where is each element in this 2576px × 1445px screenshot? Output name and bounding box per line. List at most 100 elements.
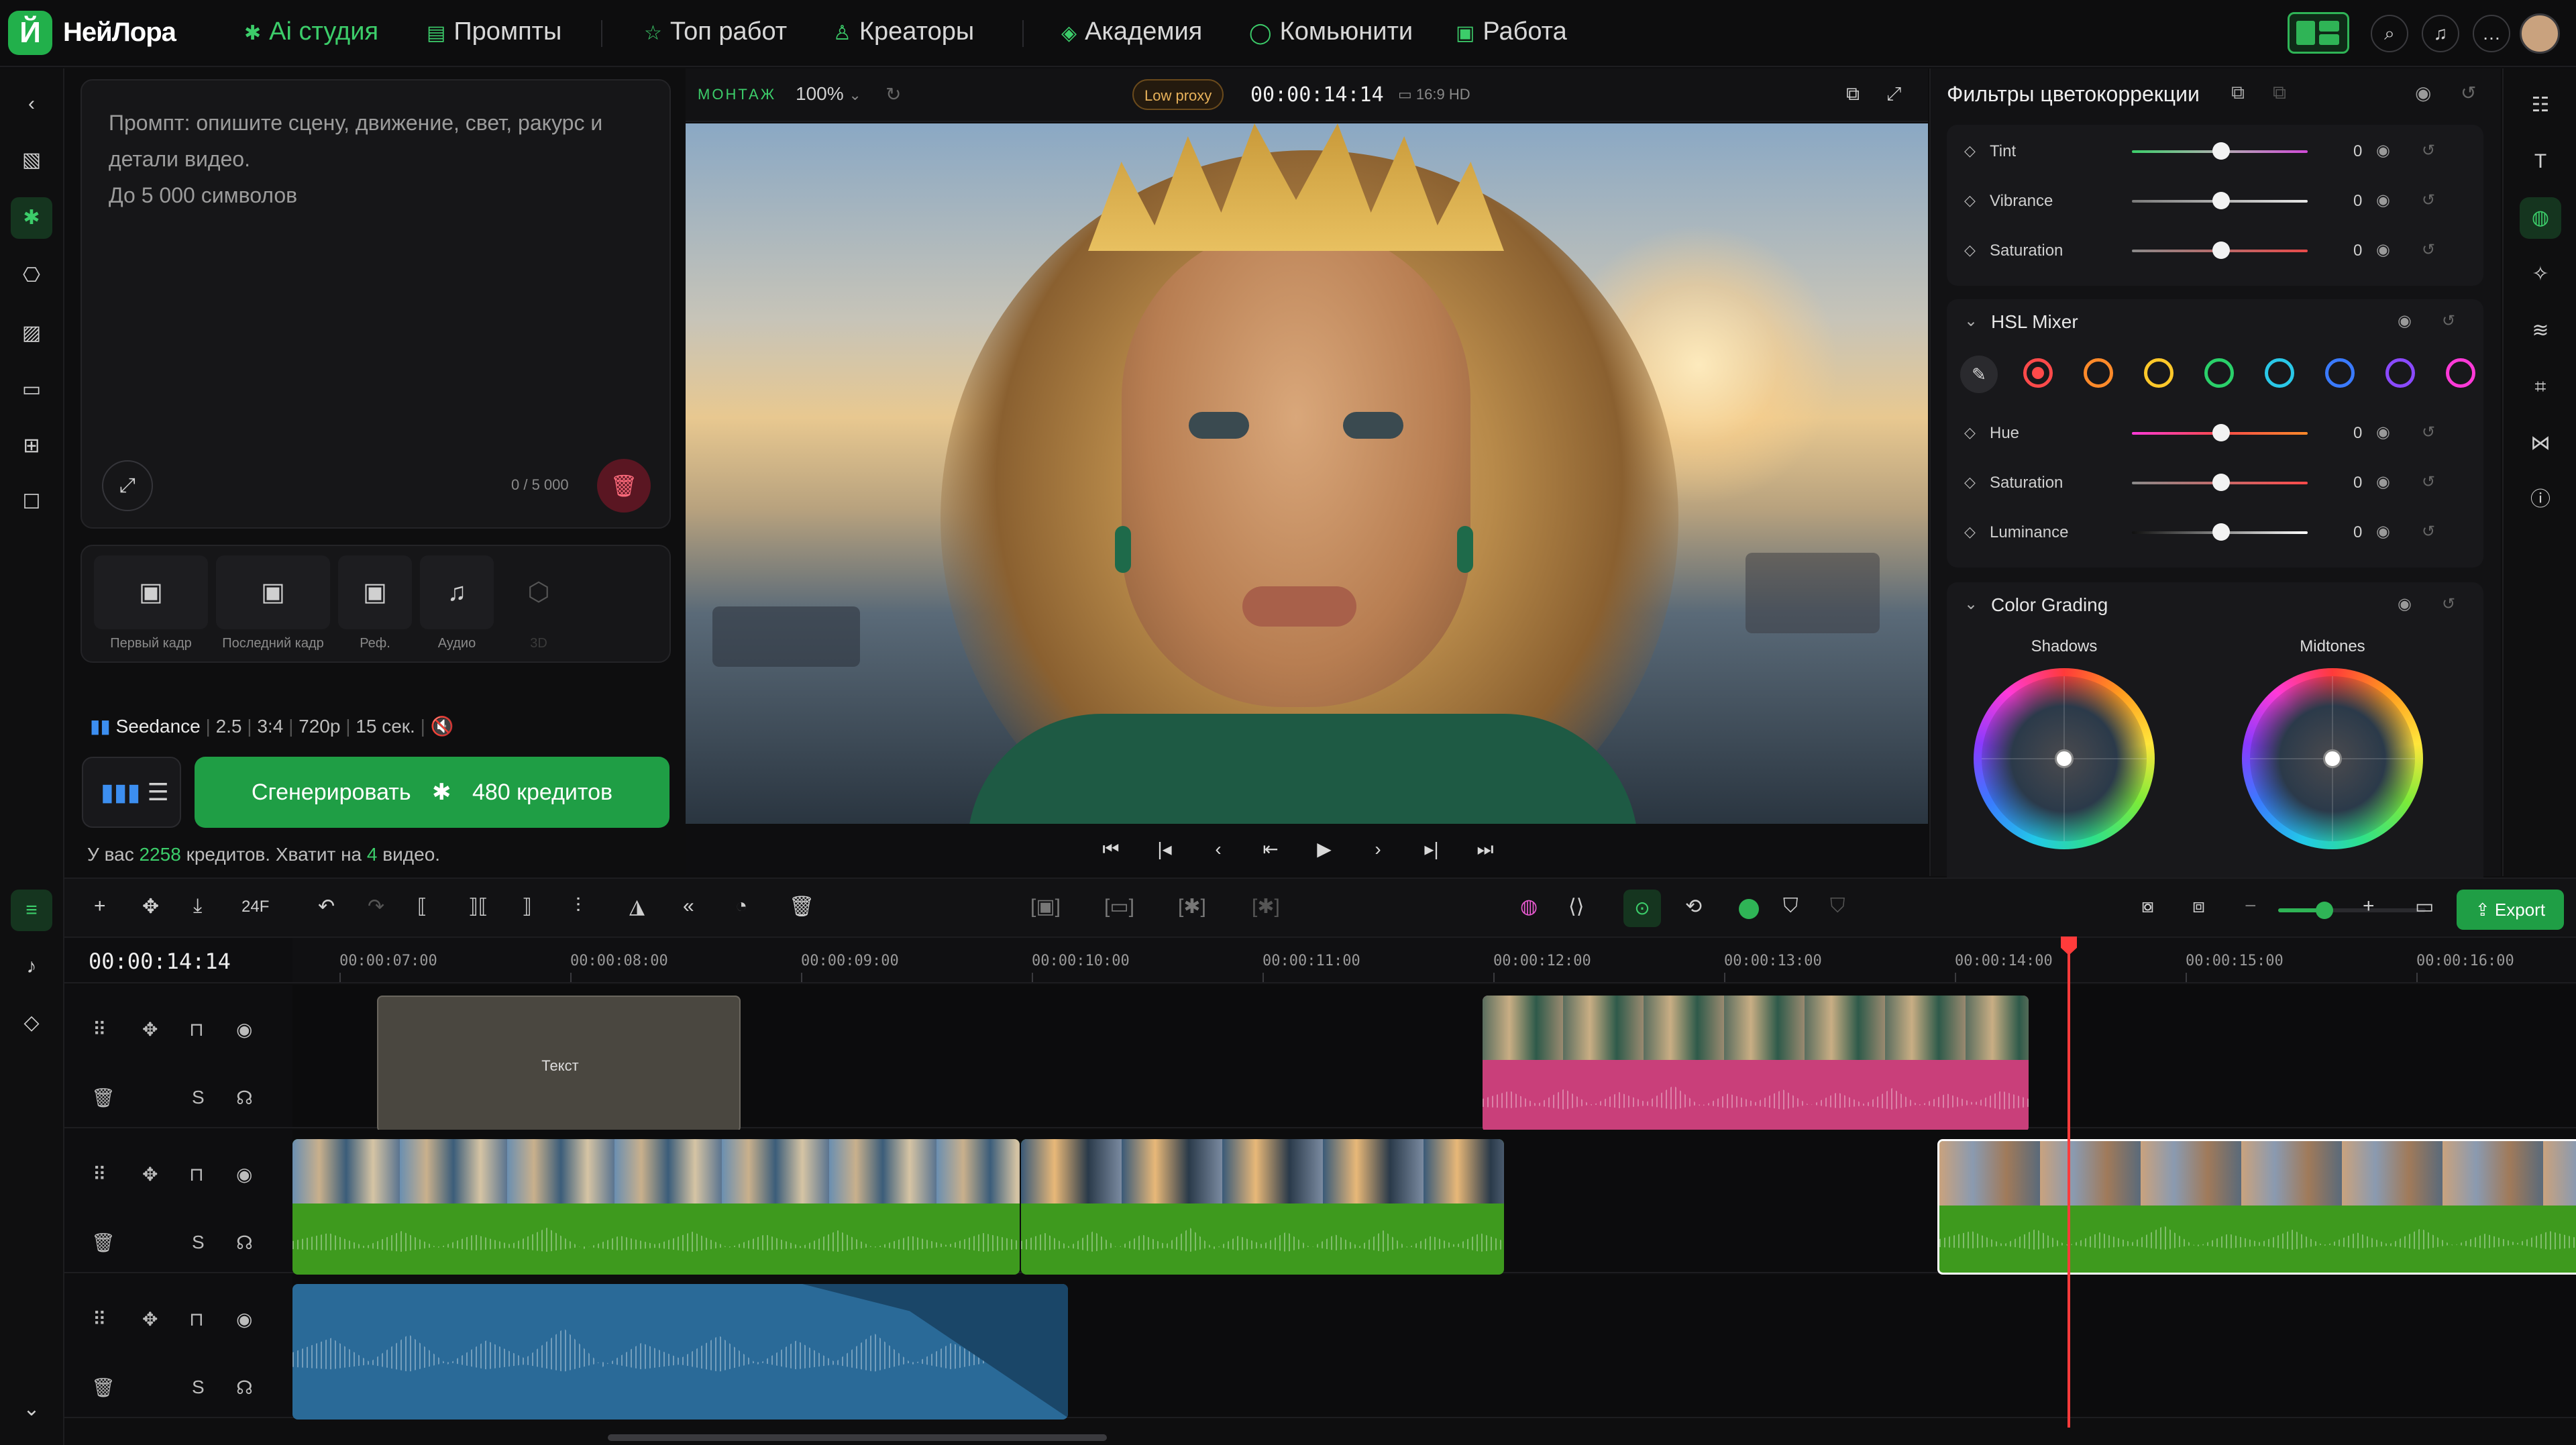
messages-icon[interactable]: … [2473,15,2510,52]
insert-frame-icon[interactable]: [▣] [1030,895,1061,918]
zoom-selection-icon[interactable]: ⧈ [2192,895,2205,918]
expand-prompt-button[interactable]: ⤢ [102,460,153,511]
last-frame-slot[interactable]: ▣ [216,555,330,629]
text-clip[interactable]: Текст [377,996,741,1132]
keyframe-diamond-icon[interactable]: ◇ [1964,424,1976,441]
shadows-color-wheel[interactable] [1974,668,2155,849]
crop-icon[interactable]: ⌗ [2520,366,2561,408]
keyframe-diamond-icon[interactable]: ◇ [1964,142,1976,160]
grid-icon[interactable]: ⊞ [11,425,52,467]
nodes-icon[interactable]: ⎔ [11,255,52,297]
eye-icon[interactable]: ◉ [2376,141,2390,160]
eye-icon[interactable]: ◉ [2398,594,2412,614]
drag-handle-icon[interactable]: ⠿ [93,1018,107,1040]
solo-toggle[interactable]: S [192,1377,205,1398]
delete-track-icon[interactable]: 🗑 [91,1232,115,1254]
fullscreen-icon[interactable]: ⤢ [1886,83,1901,105]
drag-handle-icon[interactable]: ⠿ [93,1308,107,1330]
bell-icon[interactable]: ♫ [2422,15,2459,52]
hsl-swatch[interactable] [2204,358,2234,388]
subtitle-icon[interactable]: ▭ [2415,895,2434,918]
model-settings-row[interactable]: ▮▮ Seedance | 2.5 | 3:4 | 720p | 15 сек.… [90,715,454,737]
lock-icon[interactable]: ⊓ [189,1018,204,1040]
model-settings-button[interactable]: ▮▮▮ ☰ [82,757,181,828]
keyframe-diamond-icon[interactable]: ◇ [1964,523,1976,541]
chevron-down-icon[interactable]: ⌄ [1964,594,1978,614]
hsl-swatch[interactable] [2084,358,2113,388]
move-track-icon[interactable]: ✥ [142,1018,158,1040]
reference-slot[interactable]: ▣ [338,555,412,629]
reset-icon[interactable]: ↺ [2442,594,2455,614]
bot-icon[interactable]: ☐ [11,482,52,523]
marker-list-icon[interactable]: ⛉ [1830,895,1845,918]
logo[interactable]: Й [8,11,52,55]
marker-icon[interactable]: ⛉ [1783,895,1799,918]
ai-frame-icon[interactable]: [✱] [1252,895,1280,918]
eye-icon[interactable]: ◉ [2376,191,2390,210]
delete-track-icon[interactable]: 🗑 [91,1087,115,1109]
palette-icon[interactable]: ◍ [2520,197,2561,239]
video-clip-green-2[interactable] [1021,1139,1504,1275]
add-icon[interactable]: + [94,895,106,918]
generate-button[interactable]: Сгенерировать ✱ 480 кредитов [195,757,669,828]
mirror-icon[interactable]: ◮ [629,895,645,918]
reset-icon[interactable]: ↺ [2442,311,2455,331]
playhead[interactable] [2068,938,2070,1428]
zoom-select[interactable]: 100% ⌄ [796,83,861,105]
eye-icon[interactable]: ◉ [2376,522,2390,541]
time-ruler[interactable]: 00:00:07:00 00:00:08:00 00:00:09:00 00:0… [292,938,2576,983]
brand-name[interactable]: НейЛора [63,17,176,48]
eye-icon[interactable]: ◉ [2376,472,2390,492]
proxy-badge[interactable]: Low proxy [1132,79,1224,110]
reset-icon[interactable]: ↺ [2461,82,2476,104]
rewind-icon[interactable]: « [683,895,694,918]
clear-prompt-button[interactable]: 🗑 [597,459,651,513]
prev-marker-icon[interactable]: |◂ [1151,836,1178,863]
split-icon[interactable]: ⟧⟦ [468,895,488,918]
fps-label[interactable]: 24F [241,898,269,916]
slider-thumb[interactable] [2212,142,2230,160]
record-indicator[interactable] [1739,899,1759,919]
ai-studio-icon[interactable]: ✱ [11,197,52,239]
keyframe-mode-icon[interactable]: ◇ [11,1002,52,1044]
loop-icon[interactable]: ⟲ [1685,895,1702,918]
eye-icon[interactable]: ◉ [2415,82,2431,104]
zoom-thumb[interactable] [2316,902,2333,919]
audio-clip-blue[interactable] [292,1284,1068,1420]
timeline-timecode[interactable]: 00:00:14:14 [89,949,231,974]
keyframe-diamond-icon[interactable]: ◇ [1964,192,1976,209]
adjust-icon[interactable]: ☷ [2520,85,2561,126]
video-clip-pink[interactable] [1483,996,2029,1132]
fade-out-curve[interactable] [802,1284,1068,1420]
text-tool-icon[interactable]: T [2520,141,2561,182]
pip-icon[interactable]: ⧉ [1846,83,1860,105]
play-icon[interactable]: ▶ [1311,836,1338,863]
slider-thumb[interactable] [2212,192,2230,209]
eye-icon[interactable]: ◉ [2398,311,2412,331]
audio-wave-icon[interactable]: ≋ [2520,310,2561,352]
trim-end-icon[interactable]: ⟧ [522,895,532,918]
speed-icon[interactable]: ◔ [735,895,747,918]
chevron-down-icon[interactable]: ⌄ [1964,311,1978,331]
folder-icon[interactable]: ▭ [11,369,52,411]
lock-icon[interactable]: ⊓ [189,1308,204,1330]
image-edit-icon[interactable]: ▨ [11,313,52,354]
user-avatar[interactable] [2520,13,2560,54]
eye-icon[interactable]: ◉ [236,1163,252,1185]
keyframe-diamond-icon[interactable]: ◇ [1964,242,1976,259]
hsl-swatch[interactable] [2265,358,2294,388]
export-button[interactable]: ⇪ Export [2457,890,2564,930]
hsl-swatch[interactable] [2023,358,2053,388]
eye-icon[interactable]: ◉ [2376,423,2390,442]
gallery-icon[interactable]: ▧ [11,140,52,181]
video-preview[interactable] [686,123,1928,824]
slider-thumb[interactable] [2212,474,2230,491]
first-frame-slot[interactable]: ▣ [94,555,208,629]
keyframe-diamond-icon[interactable]: ◇ [1964,474,1976,491]
layout-toggle-button[interactable] [2288,12,2349,54]
paste-icon[interactable]: ⧉ [2273,82,2286,104]
hsl-swatch[interactable] [2446,358,2475,388]
copy-icon[interactable]: ⧉ [2231,82,2245,104]
reset-icon[interactable]: ↺ [2422,191,2435,210]
reset-icon[interactable]: ↺ [2422,240,2435,260]
